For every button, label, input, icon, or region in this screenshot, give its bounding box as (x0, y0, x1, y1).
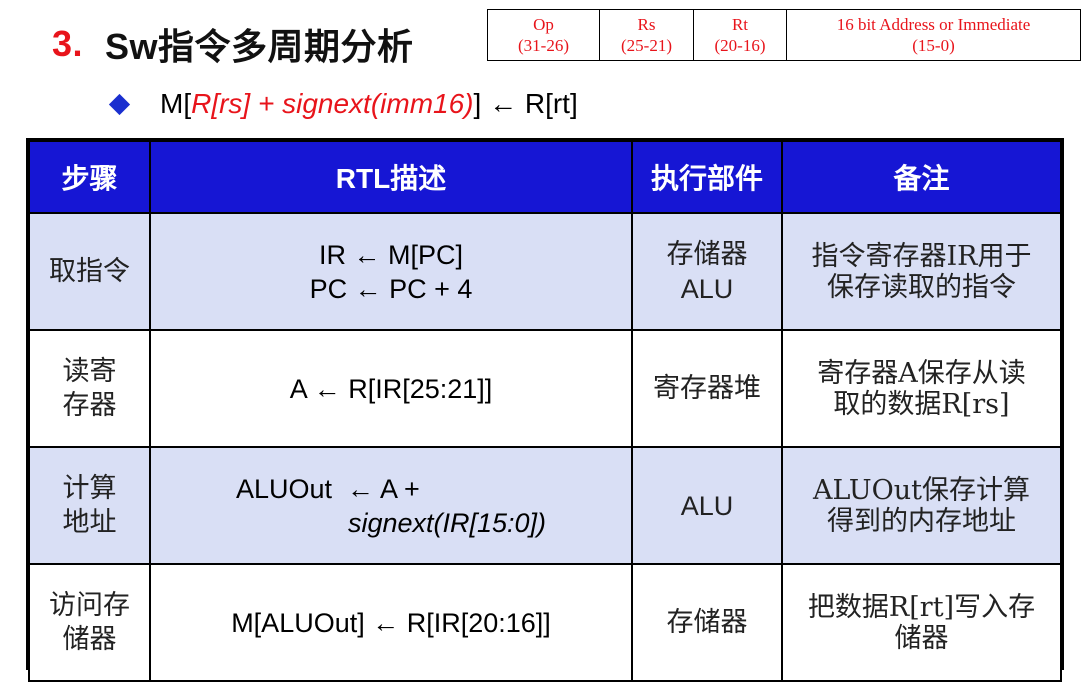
table-row: 计算 地址 ALUOut ← A + signext(IR[15:0]) ALU… (28, 446, 1062, 565)
rtl-text: ALUOut ← A + (235, 473, 420, 504)
step-text: 读寄 (62, 355, 117, 387)
unit-text: 寄存器堆 (653, 372, 761, 404)
step-text: 地址 (62, 506, 117, 538)
unit-text: ALU (680, 273, 734, 304)
header-step: 步骤 (28, 140, 151, 214)
format-field-bits: (20-16) (714, 36, 766, 55)
header-rtl: RTL描述 (149, 140, 633, 214)
note-text: ALUOut保存计算 (812, 474, 1031, 506)
format-field-name: 16 bit Address or Immediate (836, 15, 1031, 34)
formula-line: M[R[rs] + signext(imm16)] ← R[rt] (108, 84, 578, 124)
formula-prefix: M[ (160, 88, 192, 119)
note-text: 得到的内存地址 (827, 505, 1016, 537)
rtl-text: signext(IR[15:0]) (347, 507, 547, 538)
table-row: 访问存 储器 M[ALUOut] ← R[IR[20:16]] 存储器 把数据R… (28, 563, 1062, 682)
note-text: 指令寄存器IR用于 (811, 240, 1032, 272)
step-text: 访问存 (49, 589, 130, 621)
unit-cell: 存储器 ALU (631, 212, 783, 331)
format-field-rs: Rs (25-21) (600, 10, 694, 60)
note-text: 把数据R[rt]写入存 (807, 591, 1036, 623)
page-title: 3. Sw指令多周期分析 (52, 18, 414, 70)
steps-table: 步骤 RTL描述 执行部件 备注 取指令 IR ← M[PC] PC ← PC … (26, 138, 1064, 682)
note-cell: 寄存器A保存从读 取的数据R[rs] (781, 329, 1062, 448)
rtl-text: IR ← M[PC] (318, 239, 463, 270)
step-cell: 计算 地址 (28, 446, 151, 565)
diamond-bullet-icon (108, 93, 131, 115)
note-cell: 指令寄存器IR用于 保存读取的指令 (781, 212, 1062, 331)
rtl-cell: M[ALUOut] ← R[IR[20:16]] (149, 563, 633, 682)
header-note: 备注 (781, 140, 1062, 214)
rtl-text: A ← R[IR[25:21]] (289, 373, 493, 404)
note-cell: ALUOut保存计算 得到的内存地址 (781, 446, 1062, 565)
rtl-text: M[ALUOut] ← R[IR[20:16]] (231, 607, 551, 638)
table-row: 读寄 存器 A ← R[IR[25:21]] 寄存器堆 寄存器A保存从读 取的数… (28, 329, 1062, 448)
rtl-cell: ALUOut ← A + signext(IR[15:0]) (149, 446, 633, 565)
format-field-bits: (25-21) (621, 36, 672, 55)
step-cell: 读寄 存器 (28, 329, 151, 448)
step-cell: 访问存 储器 (28, 563, 151, 682)
unit-cell: ALU (631, 446, 783, 565)
format-field-bits: (31-26) (518, 36, 569, 55)
note-text: 寄存器A保存从读 (817, 357, 1026, 389)
formula-expression: R[rs] + signext(imm16) (191, 88, 474, 119)
rtl-compute-block: ALUOut ← A + signext(IR[15:0]) (236, 472, 546, 540)
title-text: Sw指令多周期分析 (105, 26, 414, 67)
step-text: 取指令 (49, 255, 130, 287)
note-text: 储器 (894, 622, 949, 654)
unit-cell: 存储器 (631, 563, 783, 682)
step-cell: 取指令 (28, 212, 151, 331)
table-row: 取指令 IR ← M[PC] PC ← PC + 4 存储器 ALU 指令寄存器… (28, 212, 1062, 331)
header-unit: 执行部件 (631, 140, 783, 214)
format-field-immediate: 16 bit Address or Immediate (15-0) (787, 10, 1080, 60)
note-text: 取的数据R[rs] (833, 388, 1010, 420)
step-text: 计算 (62, 472, 117, 504)
title-number: 3. (52, 23, 84, 64)
step-text: 存器 (62, 389, 117, 421)
format-field-rt: Rt (20-16) (694, 10, 787, 60)
format-field-name: Rs (637, 15, 656, 34)
format-field-op: Op (31-26) (488, 10, 600, 60)
instruction-format-box: Op (31-26) Rs (25-21) Rt (20-16) 16 bit … (487, 9, 1081, 61)
format-field-bits: (15-0) (912, 36, 955, 55)
rtl-cell: IR ← M[PC] PC ← PC + 4 (149, 212, 633, 331)
unit-text: 存储器 (666, 238, 748, 270)
formula-suffix: ] ← R[rt] (473, 88, 578, 119)
unit-text: ALU (680, 490, 734, 521)
format-field-name: Op (533, 15, 554, 34)
note-text: 保存读取的指令 (827, 271, 1016, 303)
step-text: 储器 (62, 623, 117, 655)
note-cell: 把数据R[rt]写入存 储器 (781, 563, 1062, 682)
unit-text: 存储器 (666, 606, 748, 638)
rtl-text: PC ← PC + 4 (309, 273, 473, 304)
table-header-row: 步骤 RTL描述 执行部件 备注 (28, 140, 1062, 214)
rtl-cell: A ← R[IR[25:21]] (149, 329, 633, 448)
unit-cell: 寄存器堆 (631, 329, 783, 448)
format-field-name: Rt (731, 15, 749, 34)
